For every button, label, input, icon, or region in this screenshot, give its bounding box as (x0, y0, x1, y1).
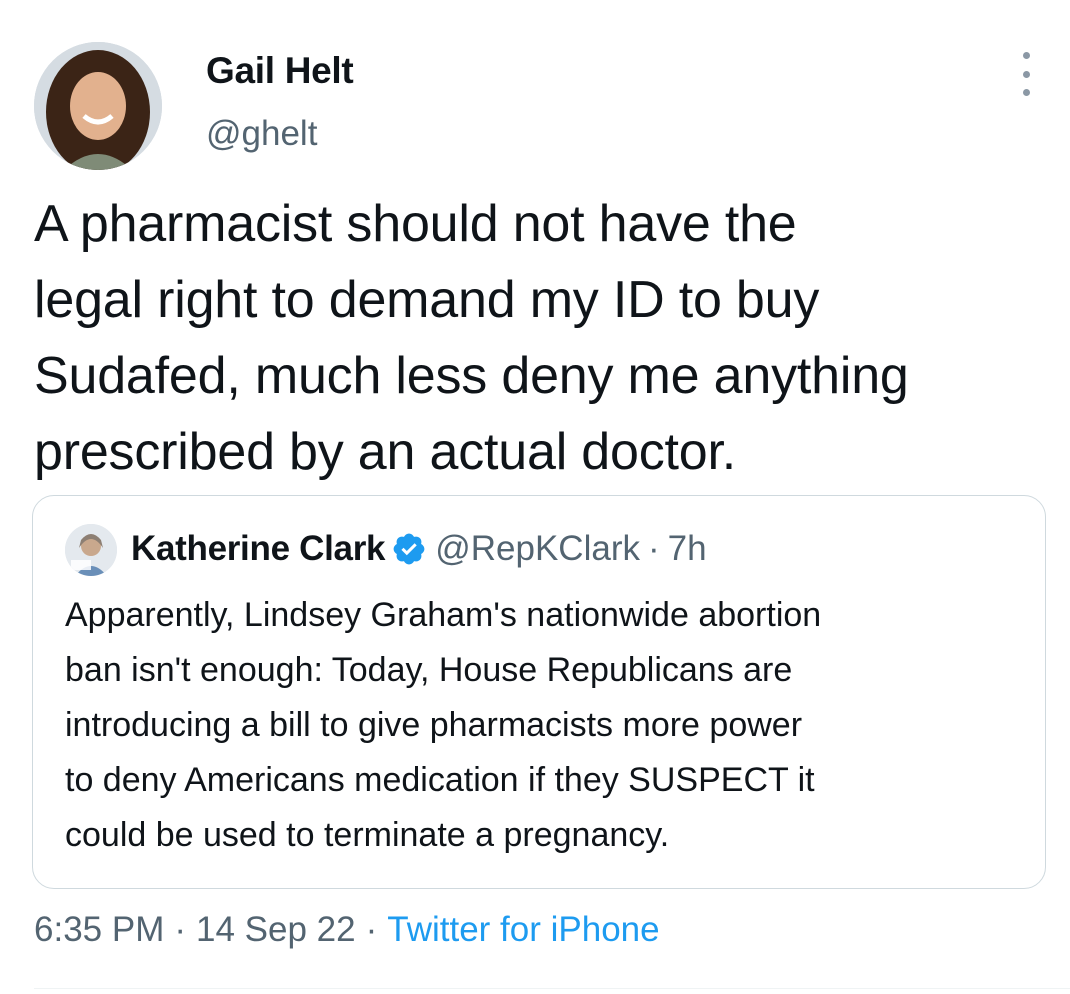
verified-badge-icon (393, 533, 425, 565)
tweet-time[interactable]: 6:35 PM (34, 910, 164, 950)
author-avatar-image (34, 42, 162, 170)
author-display-name[interactable]: Gail Helt (206, 50, 354, 92)
divider (34, 988, 1070, 989)
quoted-author-avatar-image (65, 524, 117, 576)
author-avatar[interactable] (34, 42, 162, 170)
quoted-tweet-header: Katherine Clark @RepKClark · 7h (131, 526, 707, 572)
quoted-tweet-card[interactable]: Katherine Clark @RepKClark · 7h Apparent… (32, 495, 1046, 889)
quoted-tweet-text: Apparently, Lindsey Graham's nationwide … (65, 596, 822, 854)
tweet-source-link[interactable]: Twitter for iPhone (387, 910, 659, 950)
more-vertical-icon-dot (1022, 70, 1030, 78)
more-options-button[interactable] (1008, 52, 1044, 96)
tweet-metadata: 6:35 PM · 14 Sep 22 · Twitter for iPhone (34, 910, 660, 950)
more-vertical-icon-dot (1022, 89, 1030, 96)
quoted-tweet-time: 7h (667, 529, 707, 568)
meta-separator: · (174, 910, 187, 949)
quoted-author-handle: @RepKClark (435, 529, 640, 568)
meta-separator: · (365, 910, 378, 949)
tweet-text: A pharmacist should not have the legal r… (34, 195, 909, 481)
tweet: Gail Helt @ghelt A pharmacist should not… (0, 0, 1070, 994)
author-handle[interactable]: @ghelt (206, 114, 317, 154)
more-vertical-icon (1022, 52, 1030, 59)
quoted-author-avatar (65, 524, 117, 576)
tweet-date[interactable]: 14 Sep 22 (196, 910, 356, 950)
quoted-author-name: Katherine Clark (131, 529, 386, 568)
quoted-header-separator: · (647, 529, 660, 568)
